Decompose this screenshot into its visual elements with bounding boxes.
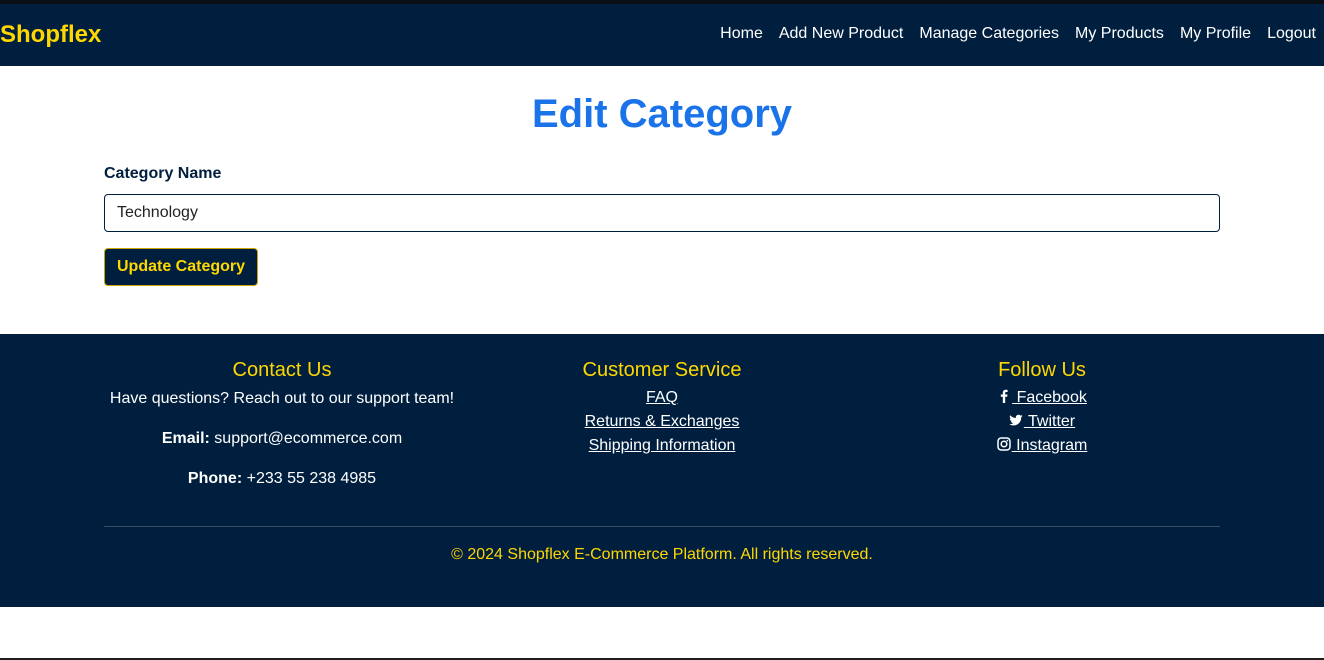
footer: Contact Us Have questions? Reach out to …	[0, 334, 1324, 607]
service-heading: Customer Service	[582, 359, 742, 381]
twitter-link[interactable]: Twitter	[852, 410, 1232, 434]
footer-contact-section: Contact Us Have questions? Reach out to …	[92, 358, 472, 489]
page-title: Edit Category	[531, 92, 793, 136]
brand-logo[interactable]: Shopflex	[0, 21, 101, 49]
facebook-link[interactable]: Facebook	[852, 386, 1232, 410]
follow-heading: Follow Us	[998, 359, 1086, 381]
email-value: support@ecommerce.com	[214, 430, 403, 447]
faq-link[interactable]: FAQ	[472, 386, 852, 410]
navbar: Shopflex Home Add New Product Manage Cat…	[0, 4, 1324, 66]
copyright-text: © 2024 Shopflex E-Commerce Platform. All…	[451, 546, 873, 563]
nav-add-product-link[interactable]: Add New Product	[779, 24, 904, 44]
nav-my-profile-link[interactable]: My Profile	[1180, 24, 1251, 44]
contact-email: Email: support@ecommerce.com	[92, 429, 472, 449]
phone-label: Phone:	[187, 470, 243, 487]
twitter-icon	[1009, 414, 1023, 426]
contact-text: Have questions? Reach out to our support…	[109, 390, 455, 407]
footer-divider	[104, 526, 1220, 527]
nav-manage-categories-link[interactable]: Manage Categories	[919, 24, 1059, 44]
email-label: Email:	[161, 430, 210, 447]
contact-phone: Phone: +233 55 238 4985	[92, 469, 472, 489]
nav-my-products-link[interactable]: My Products	[1075, 24, 1164, 44]
phone-value: +233 55 238 4985	[246, 470, 377, 487]
footer-service-section: Customer Service FAQ Returns & Exchanges…	[472, 358, 852, 458]
twitter-label: Twitter	[1023, 413, 1076, 430]
category-name-input[interactable]	[104, 194, 1220, 232]
footer-follow-section: Follow Us Facebook Twitter Instagram	[852, 358, 1232, 458]
update-category-button[interactable]: Update Category	[104, 248, 258, 286]
nav-links: Home Add New Product Manage Categories M…	[720, 24, 1316, 44]
shipping-information-link[interactable]: Shipping Information	[472, 434, 852, 458]
nav-home-link[interactable]: Home	[720, 24, 763, 44]
instagram-link[interactable]: Instagram	[852, 434, 1232, 458]
nav-logout-link[interactable]: Logout	[1267, 24, 1316, 44]
contact-heading: Contact Us	[232, 359, 332, 381]
instagram-label: Instagram	[1011, 437, 1088, 454]
instagram-icon	[996, 437, 1011, 451]
facebook-icon	[1000, 389, 1008, 403]
facebook-label: Facebook	[1012, 389, 1087, 406]
returns-exchanges-link[interactable]: Returns & Exchanges	[472, 410, 852, 434]
category-name-label: Category Name	[104, 165, 222, 182]
